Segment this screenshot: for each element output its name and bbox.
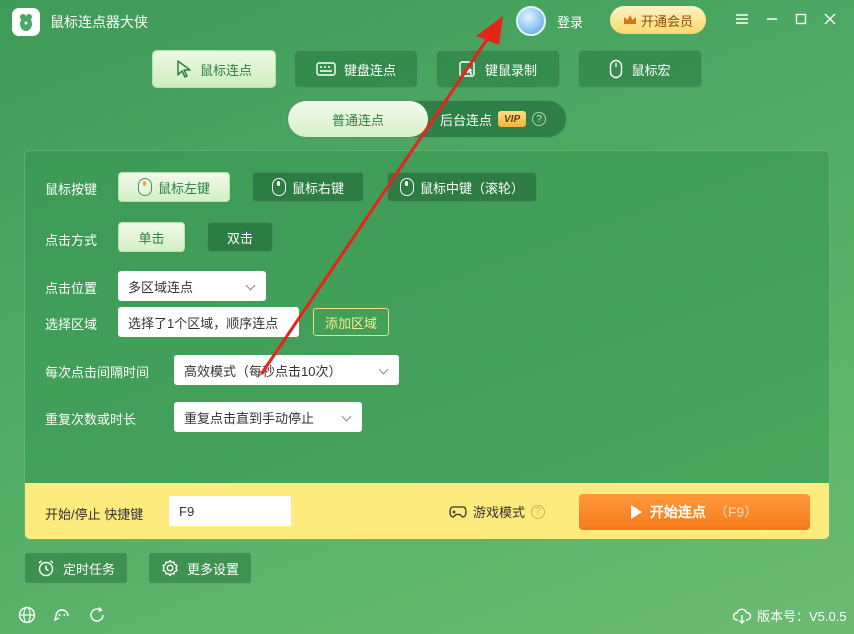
mouse-button-label: 鼠标按键 (45, 182, 98, 197)
more-settings-label: 更多设置 (186, 561, 239, 577)
option-left-button-label: 鼠标左键 (157, 180, 210, 196)
record-icon (459, 61, 475, 77)
repeat-value: 重复点击直到手动停止 (184, 410, 315, 426)
maximize-icon[interactable] (791, 9, 811, 29)
option-single-click[interactable]: 单击 (118, 222, 185, 252)
avatar[interactable] (516, 6, 546, 36)
start-bar: 开始/停止 快捷键 F9 游戏模式 ? 开始连点 （F9） (25, 483, 829, 539)
interval-label: 每次点击间隔时间 (45, 365, 150, 380)
chevron-down-icon (341, 411, 352, 422)
mode-normal[interactable]: 普通连点 (288, 101, 428, 137)
play-icon (630, 505, 642, 519)
select-area-value: 选择了1个区域，顺序连点 (128, 315, 279, 331)
vip-button-label: 开通会员 (640, 13, 693, 29)
refresh-icon[interactable] (86, 604, 108, 626)
mode-background[interactable]: 后台连点 VIP ? (428, 101, 566, 137)
chevron-down-icon (245, 280, 256, 291)
settings-panel: 鼠标按键 鼠标左键 鼠标右键 鼠标中键（滚轮） 点击方式 单击 双击 点击位置 … (24, 150, 830, 540)
version-label: 版本号：V5.0.5 (757, 609, 847, 624)
click-position-label: 点击位置 (45, 281, 98, 296)
option-left-button[interactable]: 鼠标左键 (118, 172, 230, 202)
game-mode-toggle[interactable]: 游戏模式 ? (449, 502, 546, 521)
help-icon[interactable]: ? (531, 504, 546, 519)
app-logo-icon (12, 8, 40, 36)
tab-mouse-click[interactable]: 鼠标连点 (152, 50, 276, 88)
timer-task-button[interactable]: 定时任务 (24, 552, 128, 584)
repeat-select[interactable]: 重复点击直到手动停止 (174, 402, 362, 432)
option-double-click[interactable]: 双击 (207, 222, 273, 252)
mouse-middle-icon (399, 178, 414, 196)
help-icon[interactable]: ? (532, 112, 547, 126)
repeat-label: 重复次数或时长 (45, 412, 137, 427)
select-area-label: 选择区域 (45, 317, 98, 332)
gamepad-icon (449, 505, 467, 518)
click-position-value: 多区域连点 (128, 279, 194, 295)
shortcut-input[interactable]: F9 (169, 496, 291, 526)
shortcut-value: F9 (179, 503, 195, 519)
cursor-icon (177, 60, 191, 78)
tab-mouse-click-label: 鼠标连点 (199, 62, 252, 78)
option-right-button-label: 鼠标右键 (291, 180, 344, 196)
support-icon[interactable] (51, 604, 73, 626)
add-area-button[interactable]: 添加区域 (313, 308, 389, 336)
shortcut-label: 开始/停止 快捷键 (45, 507, 144, 522)
vip-badge: VIP (498, 111, 527, 127)
app-title: 鼠标连点器大侠 (50, 14, 148, 30)
option-middle-button-label: 鼠标中键（滚轮） (419, 180, 524, 196)
vip-button[interactable]: 开通会员 (610, 6, 706, 34)
mode-background-label: 后台连点 (440, 112, 493, 128)
gear-icon (162, 559, 178, 577)
more-settings-button[interactable]: 更多设置 (148, 552, 252, 584)
minimize-icon[interactable] (762, 9, 782, 29)
interval-select[interactable]: 高效模式（每秒点击10次） (174, 355, 399, 385)
timer-task-label: 定时任务 (62, 561, 115, 577)
tab-mouse-macro[interactable]: 鼠标宏 (578, 50, 702, 88)
click-method-label: 点击方式 (45, 233, 98, 248)
alarm-clock-icon (38, 560, 54, 577)
interval-value: 高效模式（每秒点击10次） (184, 363, 342, 379)
mouse-left-icon (137, 178, 152, 196)
close-icon[interactable] (820, 9, 840, 29)
chevron-down-icon (378, 364, 389, 375)
tab-keyboard-click[interactable]: 键盘连点 (294, 50, 418, 88)
start-button[interactable]: 开始连点 （F9） (579, 494, 810, 530)
tab-keyboard-click-label: 键盘连点 (343, 62, 396, 78)
mouse-right-icon (271, 178, 286, 196)
select-area-field[interactable]: 选择了1个区域，顺序连点 (118, 307, 299, 337)
title-bar: 鼠标连点器大侠 登录 开通会员 (0, 0, 854, 40)
menu-icon[interactable] (732, 9, 752, 29)
keyboard-icon (316, 62, 336, 76)
login-link[interactable]: 登录 (557, 12, 583, 31)
start-button-label: 开始连点 (649, 504, 706, 520)
game-mode-label: 游戏模式 (473, 505, 526, 520)
start-button-hotkey: （F9） (713, 504, 759, 520)
tab-record[interactable]: 键鼠录制 (436, 50, 560, 88)
version-info[interactable]: 版本号：V5.0.5 (733, 606, 847, 625)
option-middle-button[interactable]: 鼠标中键（滚轮） (387, 172, 537, 202)
option-right-button[interactable]: 鼠标右键 (252, 172, 364, 202)
mouse-icon (610, 59, 623, 79)
globe-icon[interactable] (16, 604, 38, 626)
click-position-select[interactable]: 多区域连点 (118, 271, 266, 301)
tab-mouse-macro-label: 鼠标宏 (631, 62, 671, 78)
cloud-download-icon (733, 608, 751, 624)
crown-icon (623, 15, 636, 24)
tab-record-label: 键鼠录制 (484, 62, 537, 78)
mode-switch: 普通连点 后台连点 VIP ? (287, 100, 567, 138)
